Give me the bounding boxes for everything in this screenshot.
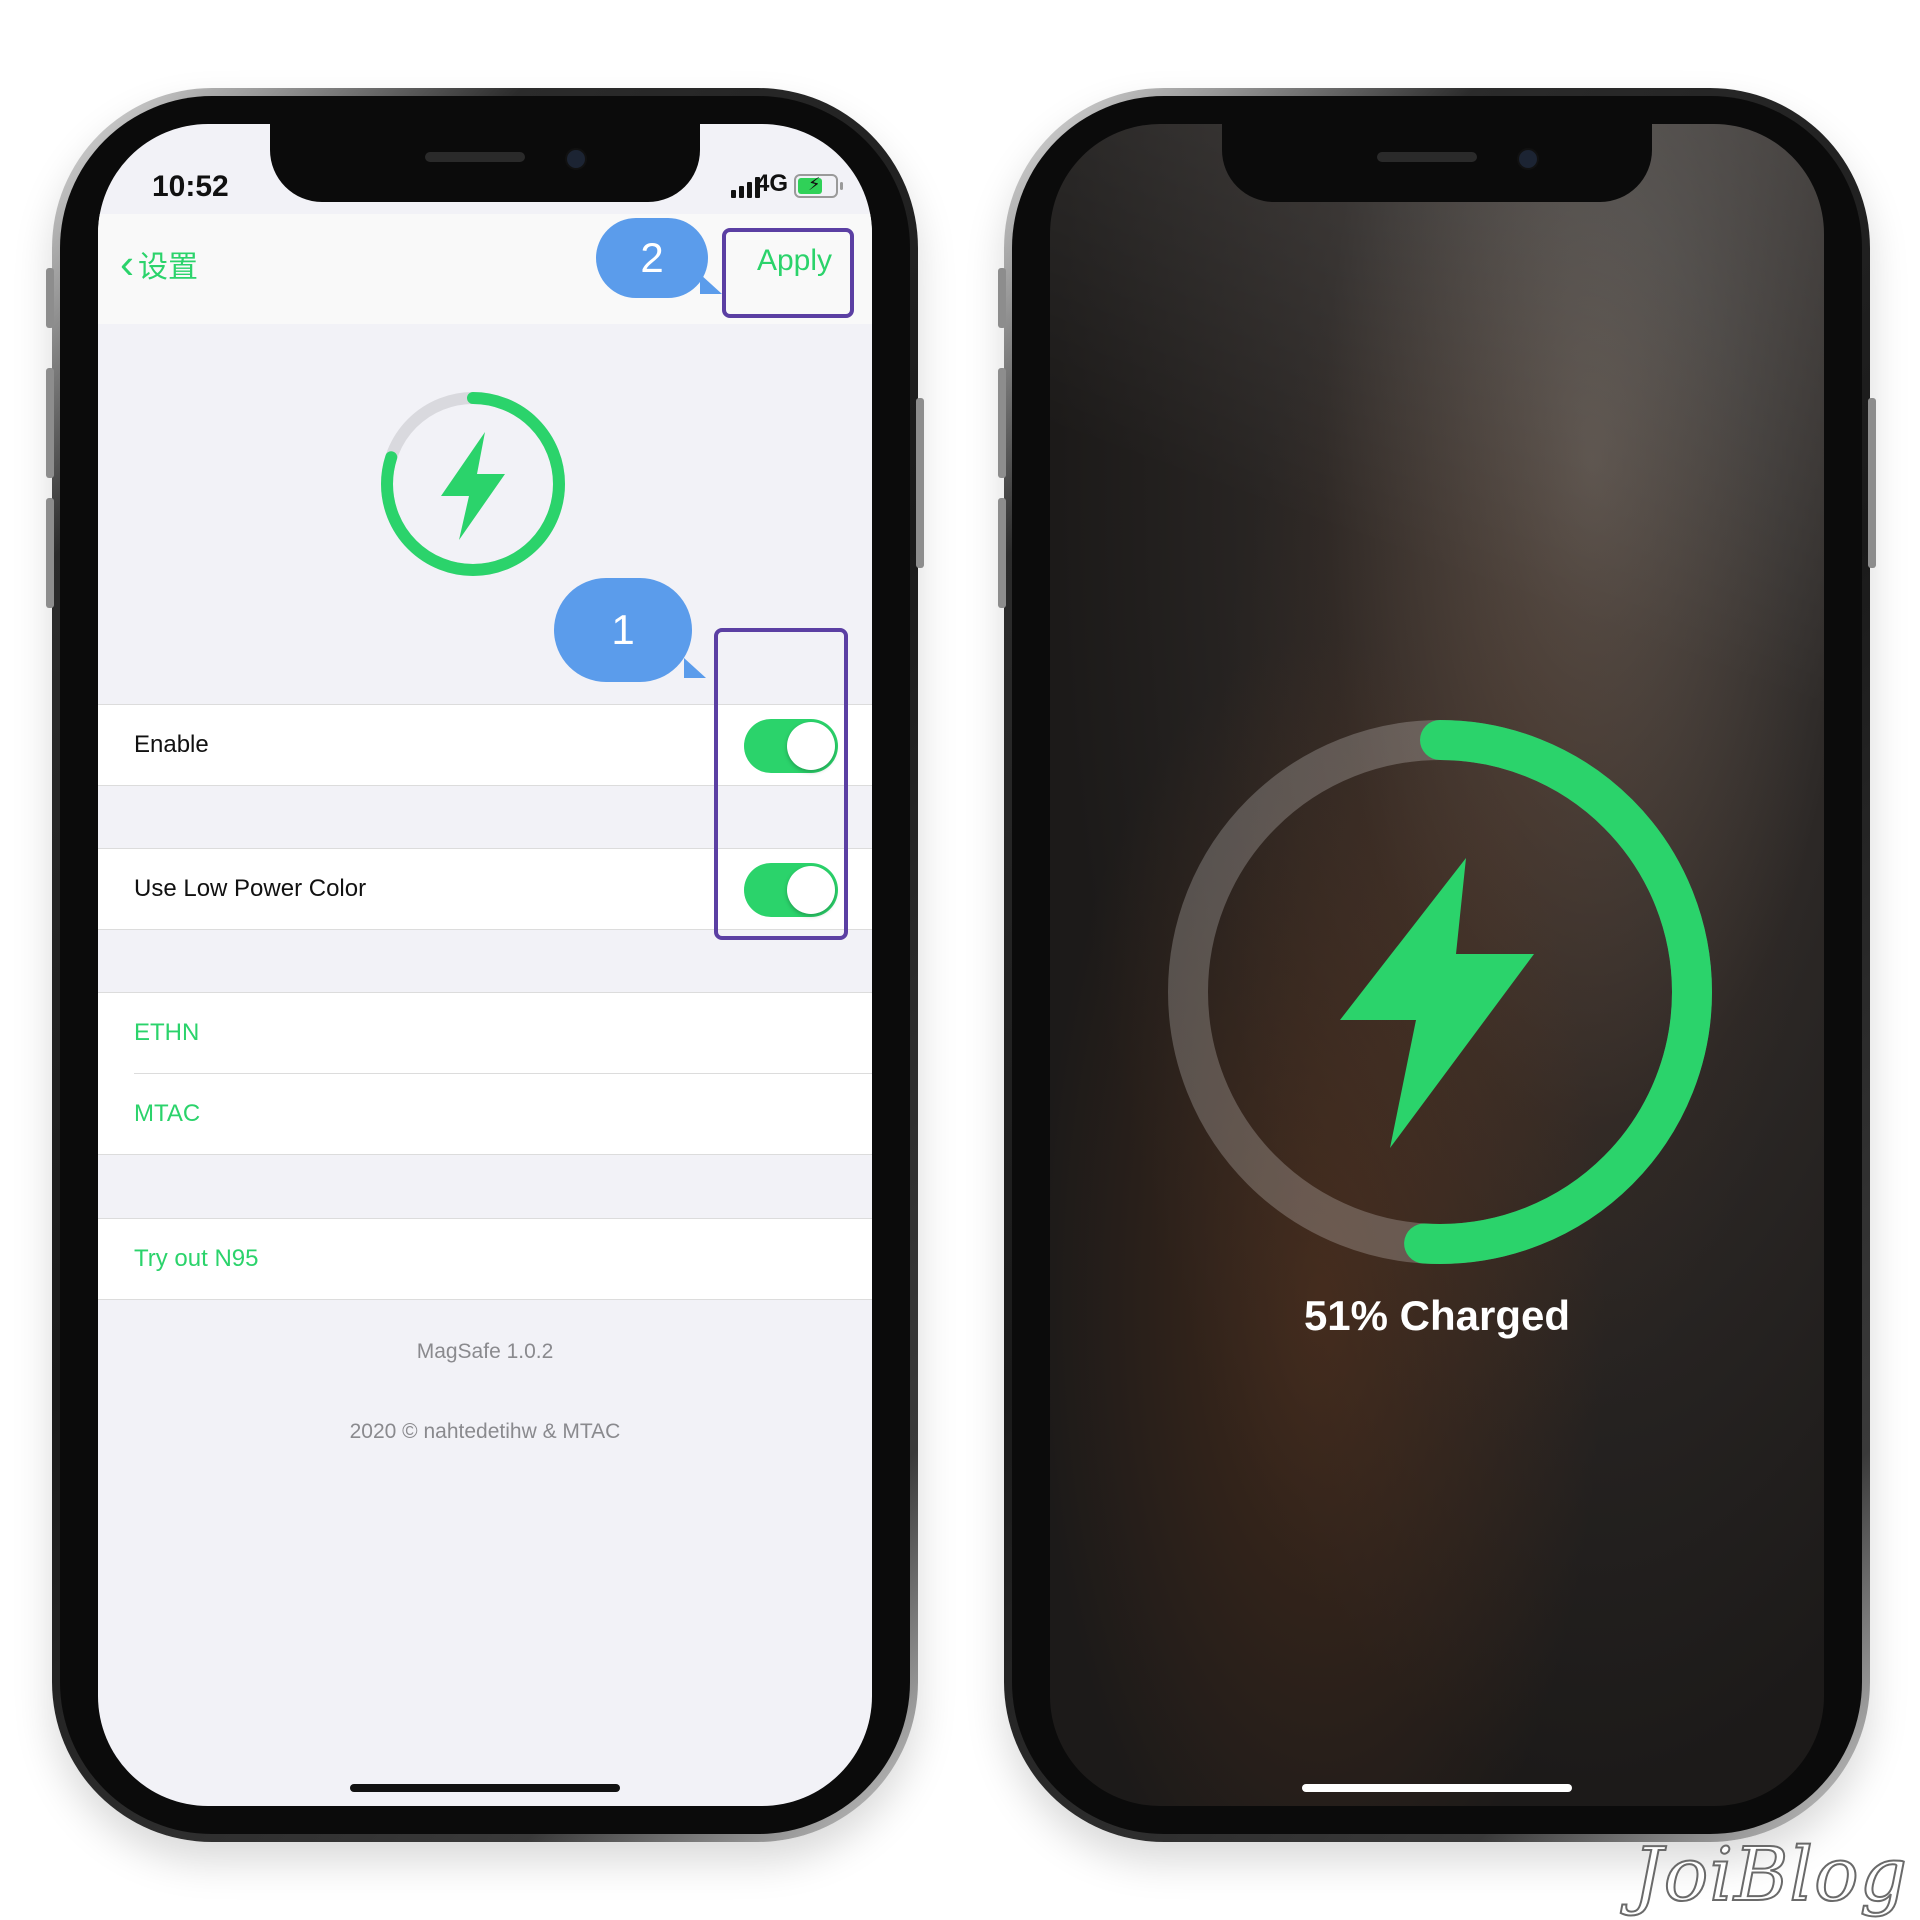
magsafe-logo bbox=[381, 392, 565, 576]
network-type: 4G bbox=[755, 170, 788, 197]
volume-down-button bbox=[998, 498, 1006, 608]
back-label: 设置 bbox=[138, 251, 198, 284]
step-2-bubble: 2 bbox=[596, 218, 722, 298]
charge-status-text: 51% Charged bbox=[1303, 1292, 1571, 1339]
right-phone-frame: 51% Charged bbox=[998, 88, 1876, 1842]
notch bbox=[270, 124, 700, 202]
charging-ring bbox=[1168, 720, 1712, 1264]
home-indicator[interactable] bbox=[1302, 1784, 1572, 1792]
link-mtac[interactable]: MTAC bbox=[134, 1073, 872, 1154]
left-phone-frame: 10:52 4G ⚡ ‹ 设置 Apply Enable Use Low Pow… bbox=[46, 88, 924, 1842]
apply-highlight-box bbox=[722, 228, 854, 318]
home-indicator[interactable] bbox=[350, 1784, 620, 1792]
try-n95-link[interactable]: Try out N95 bbox=[98, 1219, 872, 1299]
chevron-left-icon: ‹ bbox=[120, 240, 134, 287]
notch bbox=[1222, 124, 1652, 202]
side-button bbox=[916, 398, 924, 568]
try-group: Try out N95 bbox=[98, 1218, 872, 1300]
mute-switch bbox=[998, 268, 1006, 328]
step-1-bubble: 1 bbox=[554, 578, 706, 682]
status-time: 10:52 bbox=[152, 170, 229, 203]
step-1-number: 1 bbox=[611, 606, 635, 653]
volume-up-button bbox=[998, 368, 1006, 478]
back-button[interactable]: ‹ 设置 bbox=[120, 242, 198, 286]
volume-up-button bbox=[46, 368, 54, 478]
version-text: MagSafe 1.0.2 bbox=[416, 1340, 554, 1363]
toggles-highlight-box bbox=[714, 628, 848, 940]
settings-screen: 10:52 4G ⚡ ‹ 设置 Apply Enable Use Low Pow… bbox=[98, 124, 872, 1806]
charging-screen: 51% Charged bbox=[1050, 124, 1824, 1806]
mute-switch bbox=[46, 268, 54, 328]
link-ethn[interactable]: ETHN bbox=[98, 993, 872, 1073]
enable-label: Enable bbox=[134, 731, 209, 758]
battery-charging-icon: ⚡ bbox=[794, 174, 843, 198]
low-power-label: Use Low Power Color bbox=[134, 875, 367, 902]
step-2-number: 2 bbox=[640, 234, 664, 281]
joiblog-watermark: JoiBlog bbox=[1632, 1831, 1908, 1919]
links-group: ETHN MTAC bbox=[98, 992, 872, 1155]
copyright-text: 2020 © nahtedetihw & MTAC bbox=[349, 1420, 621, 1443]
lightning-bolt-icon bbox=[1340, 858, 1534, 1148]
volume-down-button bbox=[46, 498, 54, 608]
lightning-bolt-icon bbox=[441, 432, 505, 540]
side-button bbox=[1868, 398, 1876, 568]
